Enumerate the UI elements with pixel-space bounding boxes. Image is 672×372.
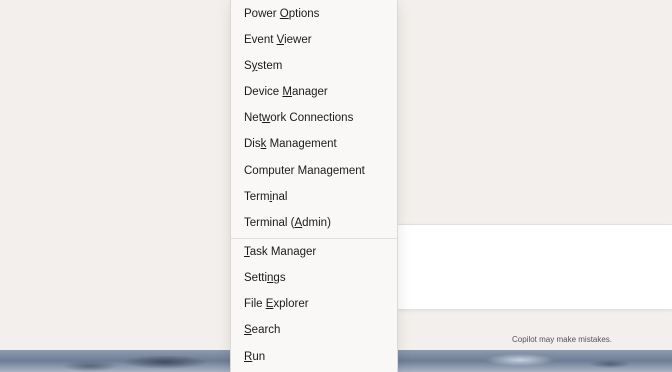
menu-item-power-options[interactable]: Power Options (235, 3, 393, 27)
menu-item-terminal-admin[interactable]: Terminal (Admin) (235, 212, 393, 236)
menu-item-label: Search (244, 324, 281, 336)
winx-context-menu: Power Options Event Viewer System Device… (230, 0, 398, 372)
menu-item-network-connections[interactable]: Network Connections (235, 107, 393, 131)
disclaimer-text: Copilot may make mistakes. (512, 335, 613, 344)
menu-item-label: Network Connections (244, 112, 354, 124)
menu-item-label: Terminal (244, 191, 288, 203)
menu-item-search[interactable]: Search (235, 319, 393, 343)
menu-separator (231, 238, 397, 239)
menu-item-terminal[interactable]: Terminal (235, 186, 393, 210)
menu-item-label: Event Viewer (244, 34, 312, 46)
menu-item-file-explorer[interactable]: File Explorer (235, 293, 393, 317)
menu-item-event-viewer[interactable]: Event Viewer (235, 29, 393, 53)
menu-item-label: Task Manager (244, 246, 317, 258)
menu-item-settings[interactable]: Settings (235, 267, 393, 291)
menu-item-label: Settings (244, 272, 286, 284)
menu-item-run[interactable]: Run (235, 346, 393, 370)
menu-item-label: File Explorer (244, 298, 309, 310)
menu-item-label: Power Options (244, 8, 320, 20)
menu-item-computer-management[interactable]: Computer Management (235, 160, 393, 184)
menu-item-system[interactable]: System (235, 55, 393, 79)
menu-item-label: Device Manager (244, 86, 328, 98)
menu-item-task-manager[interactable]: Task Manager (235, 241, 393, 265)
chat-input-card[interactable] (360, 224, 672, 310)
menu-item-label: Computer Management (244, 165, 365, 177)
menu-item-label: System (244, 60, 283, 72)
menu-item-label: Disk Management (244, 138, 337, 150)
menu-item-label: Run (244, 351, 266, 363)
menu-item-disk-management[interactable]: Disk Management (235, 133, 393, 157)
menu-item-device-manager[interactable]: Device Manager (235, 81, 393, 105)
menu-item-label: Terminal (Admin) (244, 217, 331, 229)
